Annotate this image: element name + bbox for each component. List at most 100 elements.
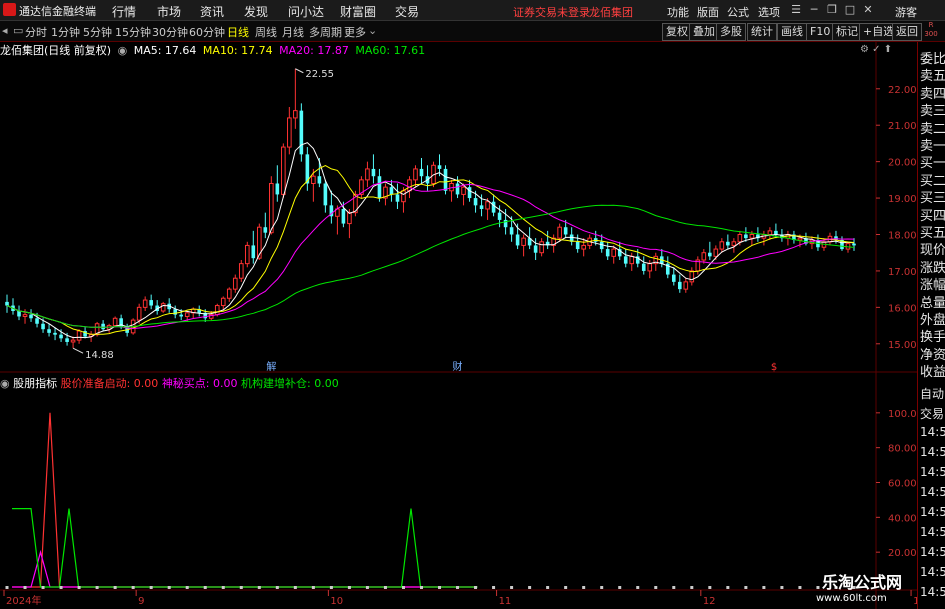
tab-period-intraday[interactable]: 分时	[25, 24, 47, 40]
candle-body	[713, 248, 719, 257]
login-status[interactable]: 证券交易未登录	[513, 4, 590, 20]
candle	[683, 278, 689, 293]
menu-options[interactable]: 选项	[758, 4, 780, 20]
menu-functions[interactable]: 功能	[667, 4, 689, 20]
indicator-base-dot	[690, 586, 694, 589]
menu-ask[interactable]: 问小达	[288, 3, 324, 20]
menu-wealth[interactable]: 财富圈	[340, 3, 376, 20]
candle-body	[275, 183, 280, 195]
menu-news[interactable]: 资讯	[200, 3, 224, 20]
time-tick-label-1: 9	[138, 596, 144, 607]
candle	[641, 256, 646, 275]
indicator-base-dot	[672, 586, 676, 589]
layout-toggle-icon[interactable]: ▭	[13, 24, 23, 37]
tab-period-more[interactable]: 更多	[344, 24, 366, 40]
indicator-base-dot	[762, 586, 766, 589]
candle-body	[287, 117, 292, 148]
mark-button[interactable]: 标记	[832, 23, 862, 41]
indicator-tick-label-2: 60.00	[888, 479, 917, 490]
candle-body	[395, 194, 400, 202]
tab-period-monthly[interactable]: 月线	[282, 24, 304, 40]
menu-market[interactable]: 市场	[157, 3, 181, 20]
chart-tool-icons[interactable]: ⚙ ✓ ⬆	[860, 44, 892, 55]
candle-body	[256, 226, 262, 259]
tab-period-weekly[interactable]: 周线	[255, 24, 277, 40]
price-tick-label-1: 21.00	[888, 121, 917, 132]
overlay-button[interactable]: 叠加	[689, 23, 719, 41]
candle-body	[767, 230, 773, 236]
indicator-base-dot	[474, 586, 478, 589]
f10-button[interactable]: F10	[806, 23, 835, 41]
candle	[761, 230, 767, 246]
candle-body	[503, 219, 508, 228]
candle	[665, 256, 670, 279]
candle-body	[689, 270, 695, 283]
draw-line-button[interactable]: 画线	[777, 23, 807, 41]
adjust-button[interactable]: 复权	[662, 23, 692, 41]
indicator-title[interactable]: 股朋指标	[13, 377, 57, 390]
quote-field-13: 涨幅	[920, 278, 945, 294]
indicator-settings-icon[interactable]: ◉	[0, 377, 10, 390]
candle-body	[17, 311, 21, 317]
candle	[106, 323, 112, 333]
chart-area[interactable]: 22.55 14.88 解 财 $ 22.00 21.00 20.00 19.00 18.00 1…	[0, 42, 917, 609]
candle	[389, 179, 394, 202]
high-price-label: 22.55	[305, 69, 334, 80]
candle	[539, 238, 544, 257]
menu-formula[interactable]: 公式	[727, 4, 749, 20]
quote-field-14: 总量	[920, 295, 945, 311]
sidebar-toggle-icon[interactable]: ◂	[2, 24, 8, 37]
candle	[719, 238, 725, 253]
tab-period-1min[interactable]: 1分钟	[51, 24, 80, 40]
menu-icon[interactable]: ☰	[788, 2, 804, 18]
candle-body	[5, 301, 9, 306]
watermark-title: 乐淘公式网	[822, 573, 903, 592]
candle	[142, 296, 148, 311]
multi-stock-button[interactable]: 多股	[716, 23, 746, 41]
auto-trade-label-0[interactable]: 自动	[920, 385, 944, 402]
menu-market-quotes[interactable]: 行情	[112, 3, 136, 20]
restore-icon[interactable]: ❐	[824, 2, 840, 18]
indicator-line-3	[12, 508, 478, 588]
quote-field-11: 现价	[920, 243, 945, 259]
tab-period-60min[interactable]: 60分钟	[189, 24, 225, 40]
auto-trade-label-1[interactable]: 交易	[920, 405, 944, 422]
guest-user[interactable]: 游客	[895, 4, 917, 20]
ma20-label: MA20: 17.87	[279, 44, 349, 57]
candle-body	[491, 201, 496, 213]
time-tick-label-0: 2024年	[6, 594, 41, 607]
candle-body	[563, 227, 568, 235]
chart-settings-icon[interactable]: ◉	[118, 44, 128, 57]
quote-field-10: 买五	[920, 226, 945, 241]
candle	[395, 183, 400, 209]
price-tick-label-7: 15.00	[888, 340, 917, 351]
candle-body	[47, 329, 51, 333]
candle	[413, 165, 418, 188]
menu-layout[interactable]: 版面	[697, 4, 719, 20]
menu-discover[interactable]: 发现	[244, 3, 268, 20]
candle-body	[184, 312, 190, 317]
tab-period-5min[interactable]: 5分钟	[83, 24, 112, 40]
candle	[816, 234, 820, 251]
candle-body	[443, 168, 448, 191]
quote-field-16: 换手	[920, 330, 945, 346]
indicator-base-dot	[546, 586, 550, 589]
candle	[293, 68, 298, 129]
statistics-button[interactable]: 统计	[747, 23, 777, 41]
more-dropdown-icon[interactable]: ⌄	[368, 24, 377, 37]
tab-period-daily[interactable]: 日线	[227, 24, 249, 40]
maximize-icon[interactable]: □	[842, 2, 858, 18]
candle	[708, 241, 712, 260]
tab-period-30min[interactable]: 30分钟	[152, 24, 188, 40]
indicator-base-dot	[401, 586, 405, 589]
close-icon[interactable]: ✕	[860, 2, 876, 18]
minimize-icon[interactable]: ─	[806, 2, 822, 18]
indicator-base-dot	[257, 586, 261, 589]
price-tick-label-6: 16.00	[888, 303, 917, 314]
tab-period-multi[interactable]: 多周期	[309, 24, 342, 40]
menu-trade[interactable]: 交易	[395, 3, 419, 20]
candle	[677, 274, 682, 293]
tab-period-15min[interactable]: 15分钟	[115, 24, 151, 40]
candle	[371, 154, 376, 184]
indicator-base-dot	[654, 586, 658, 589]
